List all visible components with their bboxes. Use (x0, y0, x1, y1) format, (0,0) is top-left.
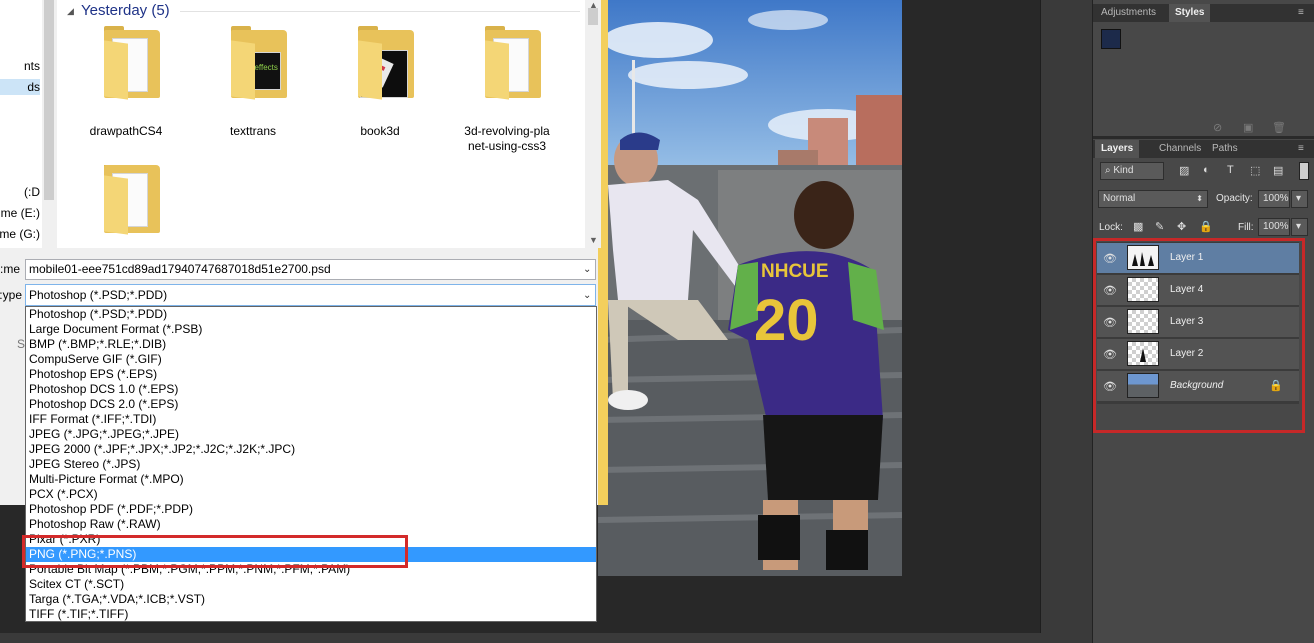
folder-name: texttrans (229, 124, 277, 138)
type-option[interactable]: Multi-Picture Format (*.MPO) (26, 472, 596, 487)
adjustments-tabbar: Adjustments Styles ≡ (1093, 4, 1314, 22)
annotation-highlight-box (1093, 238, 1305, 433)
type-option[interactable]: IFF Format (*.IFF;*.TDI) (26, 412, 596, 427)
folder-item[interactable]: book3d (330, 26, 430, 150)
document-canvas[interactable]: NHCUE 20 (598, 0, 902, 576)
type-option[interactable]: Large Document Format (*.PSB) (26, 322, 596, 337)
folder-name: drawpathCS4 (89, 124, 163, 138)
type-option[interactable]: CompuServe GIF (*.GIF) (26, 352, 596, 367)
file-list-scrollbar-thumb[interactable] (588, 8, 598, 25)
workspace-dock-strip (1040, 0, 1093, 643)
type-option[interactable]: Photoshop Raw (*.RAW) (26, 517, 596, 532)
lock-label: Lock: (1099, 222, 1123, 233)
file-list-scrollbar[interactable] (585, 0, 601, 248)
lock-all-icon[interactable]: 🔒 (1199, 220, 1213, 233)
tab-layers[interactable]: Layers (1095, 140, 1140, 158)
group-header[interactable]: Yesterday (5) (81, 2, 170, 19)
tab-channels[interactable]: Channels (1153, 140, 1207, 158)
tab-paths[interactable]: Paths (1206, 140, 1244, 158)
tab-adjustments[interactable]: Adjustments (1095, 4, 1162, 22)
nav-item[interactable]: D:) (0, 184, 40, 200)
chevron-down-icon[interactable]: ⌄ (583, 290, 591, 301)
folder-name: 3d-revolving-pla net-using-css3 (464, 124, 550, 153)
style-swatch[interactable] (1101, 29, 1121, 49)
blend-mode-select[interactable]: Normal ⬍ (1098, 190, 1208, 208)
type-option[interactable]: Photoshop DCS 2.0 (*.EPS) (26, 397, 596, 412)
fill-input[interactable]: 100% (1258, 218, 1290, 236)
folder-item[interactable]: al effects texttrans (203, 26, 303, 150)
tab-styles[interactable]: Styles (1169, 4, 1211, 22)
nav-item[interactable]: ume (G:) (0, 226, 40, 242)
nav-scrollbar-thumb[interactable] (44, 0, 54, 200)
lock-transparent-icon[interactable]: ▩ (1133, 220, 1143, 233)
panel-divider (1093, 136, 1314, 139)
opacity-input[interactable]: 100% (1258, 190, 1290, 208)
group-divider (180, 11, 580, 12)
type-option[interactable]: Photoshop (*.PSD;*.PDD) (26, 307, 596, 322)
adjustment-filter-icon[interactable]: ◐ (1203, 164, 1210, 176)
layer-filter-kind[interactable]: ⌕ Kind (1100, 162, 1164, 180)
nav-item[interactable]: nts (0, 58, 40, 74)
type-option[interactable]: TIFF (*.TIF;*.TIFF) (26, 607, 596, 621)
type-option[interactable]: Photoshop PDF (*.PDF;*.PDP) (26, 502, 596, 517)
opacity-dropdown-icon[interactable]: ▾ (1291, 190, 1308, 208)
filename-value[interactable]: mobile01-eee751cd89ad17940747687018d51e2… (29, 262, 331, 276)
type-label: ype: (0, 288, 22, 302)
type-option[interactable]: JPEG (*.JPG;*.JPEG;*.JPE) (26, 427, 596, 442)
opacity-label: Opacity: (1216, 193, 1253, 204)
file-type-dropdown: Photoshop (*.PSD;*.PDD) Large Document F… (25, 306, 597, 622)
smart-object-filter-icon[interactable]: ▤ (1273, 164, 1283, 177)
type-option[interactable]: Photoshop EPS (*.EPS) (26, 367, 596, 382)
panel-menu-icon[interactable]: ≡ (1298, 7, 1304, 18)
fill-dropdown-icon[interactable]: ▾ (1291, 218, 1308, 236)
type-option[interactable]: JPEG Stereo (*.JPS) (26, 457, 596, 472)
navigation-pane: nts ds D:) ume (E:) ume (G:) (0, 0, 42, 248)
type-filter-icon[interactable]: T (1227, 164, 1234, 176)
filter-toggle[interactable] (1299, 162, 1309, 180)
chevron-updown-icon: ⬍ (1196, 194, 1203, 203)
layers-tabbar: Layers Channels Paths ≡ (1093, 140, 1314, 158)
panel-menu-icon[interactable]: ≡ (1298, 143, 1304, 154)
type-option[interactable]: JPEG 2000 (*.JPF;*.JPX;*.JP2;*.J2C;*.J2K… (26, 442, 596, 457)
trash-icon[interactable]: 🗑 (1272, 121, 1286, 134)
folder-name: book3d (360, 124, 400, 138)
clear-style-icon[interactable]: ⊘ (1213, 121, 1222, 134)
filename-label: me: (0, 262, 21, 276)
folder-item[interactable] (76, 165, 176, 247)
collapse-group-icon[interactable]: ◢ (67, 6, 74, 17)
lock-image-icon[interactable]: ✎ (1155, 220, 1164, 233)
type-option[interactable]: Scitex CT (*.SCT) (26, 577, 596, 592)
type-option[interactable]: Photoshop DCS 1.0 (*.EPS) (26, 382, 596, 397)
nav-item[interactable]: ume (E:) (0, 205, 40, 221)
new-style-icon[interactable]: ▣ (1243, 121, 1253, 134)
scroll-up-arrow-icon[interactable]: ▲ (589, 0, 598, 10)
annotation-highlight-box (22, 535, 408, 568)
type-option[interactable]: BMP (*.BMP;*.RLE;*.DIB) (26, 337, 596, 352)
folder-item[interactable]: drawpathCS4 (76, 26, 176, 150)
canvas-photo: NHCUE 20 (598, 0, 902, 576)
jersey-number: 20 (754, 288, 819, 353)
partial-label: S (17, 337, 26, 351)
jersey-text: NHCUE (761, 261, 829, 282)
type-option[interactable]: Targa (*.TGA;*.VDA;*.ICB;*.VST) (26, 592, 596, 607)
shape-filter-icon[interactable]: ⬚ (1250, 164, 1260, 177)
chevron-down-icon[interactable]: ⌄ (583, 264, 591, 275)
folder-item[interactable]: 3d-revolving-pla net-using-css3 (457, 26, 557, 160)
status-bar (0, 633, 1092, 643)
scroll-down-arrow-icon[interactable]: ▼ (589, 235, 598, 245)
type-option[interactable]: PCX (*.PCX) (26, 487, 596, 502)
file-type-value[interactable]: Photoshop (*.PSD;*.PDD) (29, 288, 167, 302)
nav-item[interactable]: ds (0, 79, 40, 95)
image-filter-icon[interactable]: ▨ (1179, 164, 1189, 177)
fill-label: Fill: (1238, 222, 1254, 233)
lock-position-icon[interactable]: ✥ (1177, 220, 1186, 233)
